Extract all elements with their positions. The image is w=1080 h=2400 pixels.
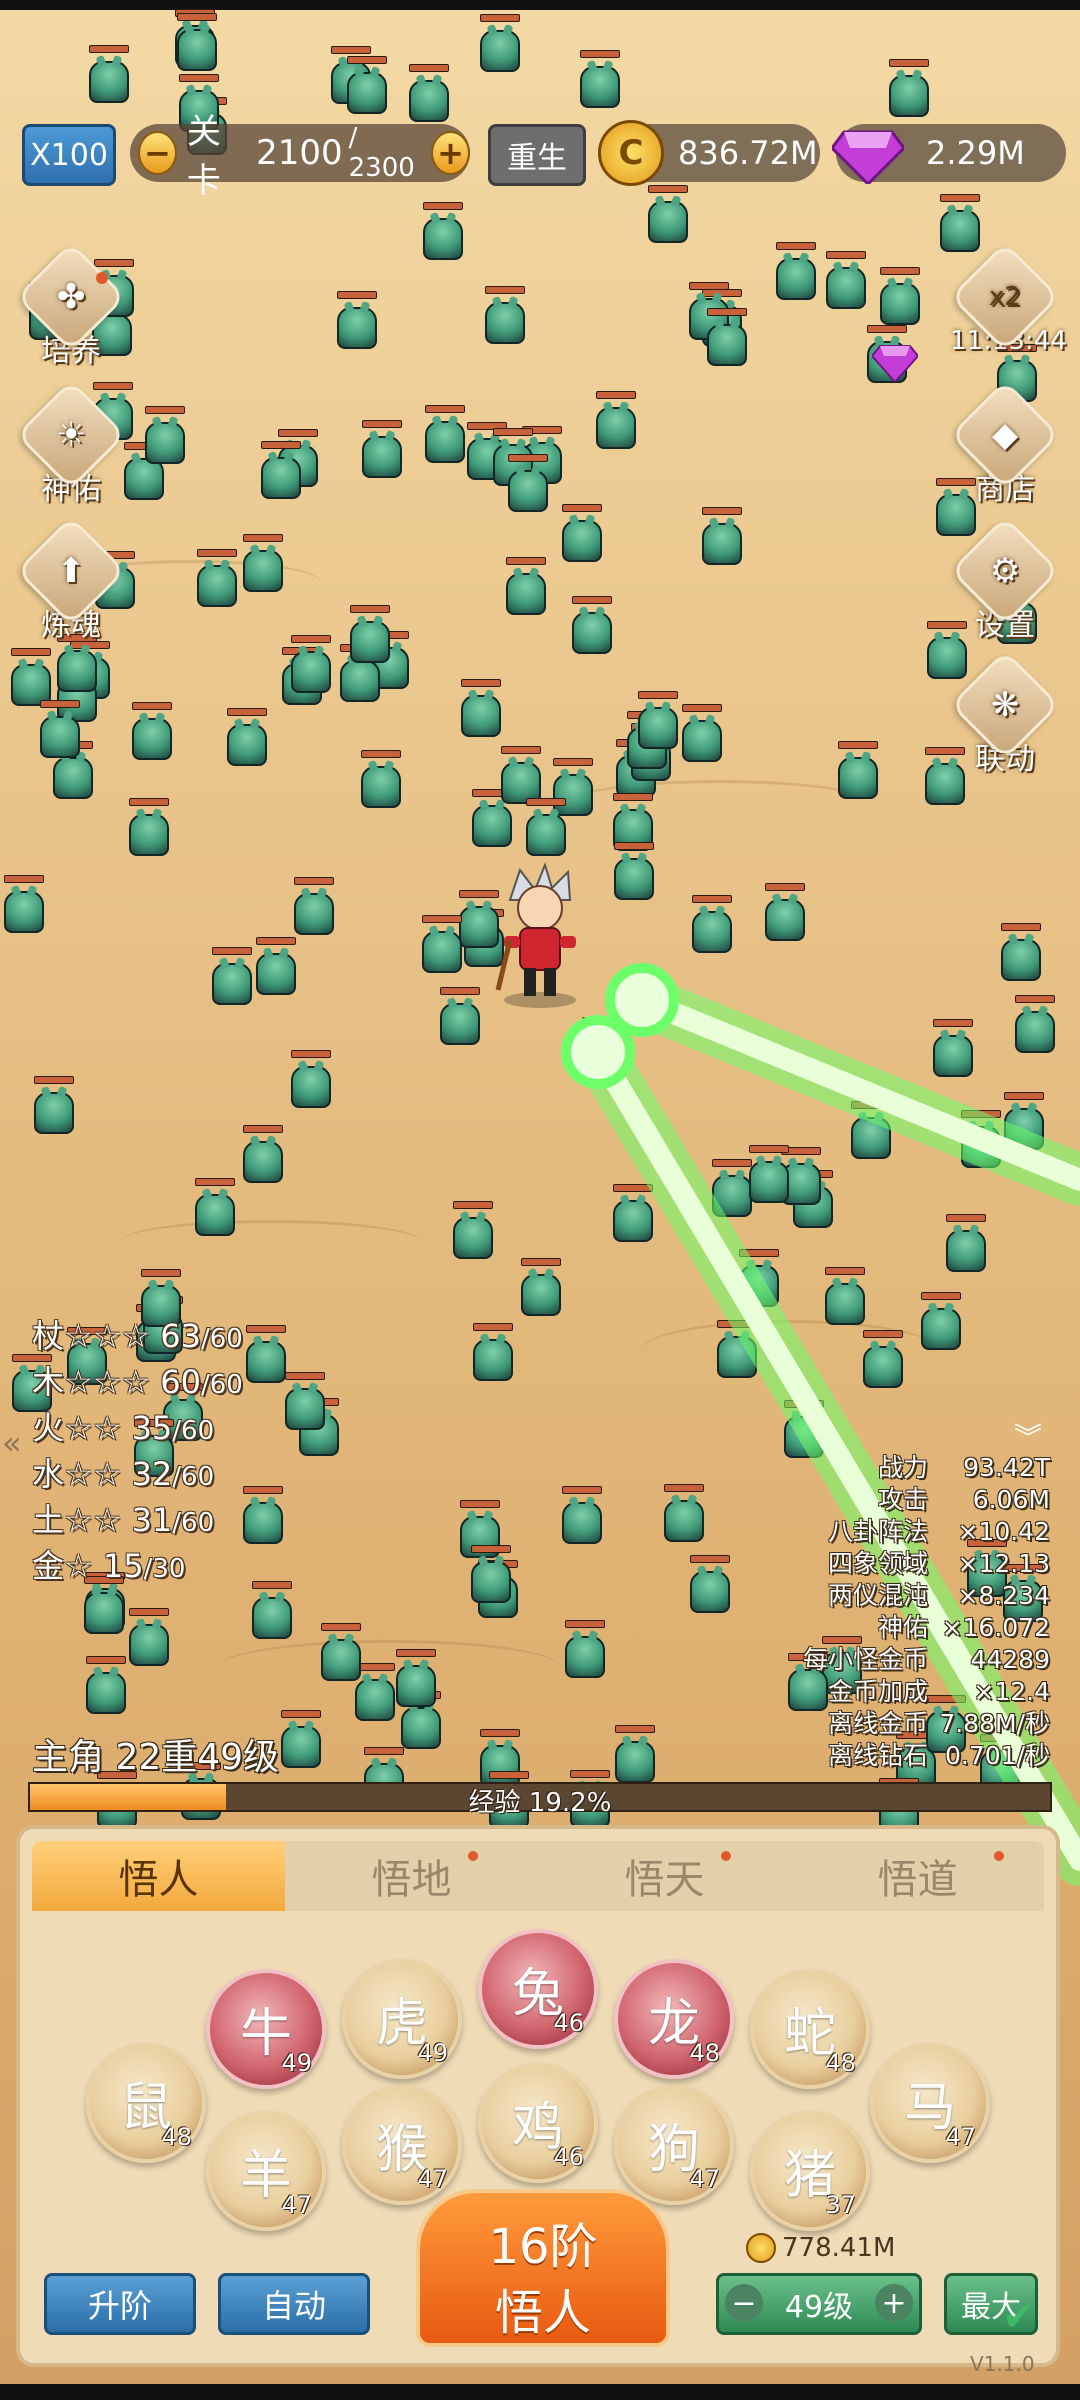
settings-button[interactable]: ⚙ 设置 [949,515,1061,644]
level-plus-button[interactable]: + [875,2284,913,2322]
gem-icon: ◆ [991,415,1019,455]
laser-beam [631,989,1080,1191]
zodiac-rooster[interactable]: 鸡 46 [478,2063,598,2183]
cultivate-button[interactable]: ✤ 培养 [15,241,127,370]
rebirth-button[interactable]: 重生 [488,124,586,186]
gem-amount: 2.29M [926,134,1025,172]
soul-refine-button[interactable]: ⬆ 炼魂 [15,515,127,644]
stat-row: 攻击 6.06M [877,1485,1050,1514]
exp-bar: 经验 19.2% [28,1782,1052,1818]
purple-gem-icon [832,130,904,184]
weapon-row: 火☆☆ 35/60 [32,1409,215,1447]
level-minus-button[interactable]: − [725,2284,763,2322]
gold-amount: 836.72M [678,134,818,172]
stage-current: 2100 [256,133,343,173]
tab-bar: 悟人 悟地 悟天 悟道 [32,1841,1044,1911]
cost-display: 778.41M [746,2233,895,2263]
zodiac-dragon[interactable]: 龙 48 [614,1959,734,2079]
blessing-button[interactable]: ☀ 神佑 [15,379,127,508]
arrow-up-icon: ⬆ [56,551,86,591]
chevron-down-icon[interactable]: ︾ [1014,1416,1042,1456]
stage-total: / 2300 [348,123,415,183]
zodiac-dog[interactable]: 狗 47 [614,2085,734,2205]
stat-row: 离线钻石 0.701/秒 [827,1741,1050,1770]
exp-label: 经验 19.2% [468,1788,612,1818]
zodiac-tiger[interactable]: 虎 49 [342,1959,462,2079]
zodiac-monkey[interactable]: 猴 47 [342,2085,462,2205]
checkmark-icon: ✔ [1002,2294,1036,2340]
tier-line-1: 16阶 [488,2219,598,2275]
double-boost-button[interactable]: x2 11:13:44 [949,241,1067,356]
gold-coin-icon: C [598,120,664,186]
gem-drop-icon[interactable] [870,338,920,384]
zodiac-pig[interactable]: 猪 37 [750,2111,870,2231]
hero-character [495,861,576,1008]
zodiac-horse[interactable]: 马 47 [870,2043,990,2163]
notification-dot [994,1851,1004,1861]
weapon-row: 杖☆☆☆ 63/60 [32,1317,243,1355]
stat-row: 八卦阵法 ×10.42 [827,1517,1050,1546]
stat-row: 每小怪金币 44289 [802,1645,1050,1674]
stat-row: 战力 93.42T [877,1453,1050,1482]
stat-row: 四象领域 ×12.13 [827,1549,1050,1578]
hero-level: 主角 22重49级 [32,1737,280,1778]
link-button[interactable]: ❋ 联动 [949,649,1061,778]
tier-badge[interactable]: 16阶 悟人 [416,2189,670,2347]
weapon-list: 杖☆☆☆ 63/60 木☆☆☆ 60/60 火☆☆ 35/60 水☆☆ 32/6… [32,1315,243,1591]
tab-dao[interactable]: 悟道 [791,1841,1044,1911]
level-stepper: − 49级 + [716,2273,922,2335]
notification-dot [468,1851,478,1861]
collapse-left-icon[interactable]: « [2,1424,22,1462]
stat-row: 离线金币 7.88M/秒 [827,1709,1050,1738]
tab-heaven[interactable]: 悟天 [538,1841,791,1911]
zodiac-ox[interactable]: 牛 49 [206,1969,326,2089]
gold-coin-icon [746,2233,776,2263]
level-value: 49级 [784,2290,854,2325]
auto-button[interactable]: 自动 [218,2273,370,2335]
gem-counter: 2.29M [832,124,1066,184]
boost-label: x2 [989,282,1021,312]
sun-icon: ☀ [55,414,87,455]
clover-icon: ✤ [56,277,86,317]
stat-row: 两仪混沌 ×8.234 [827,1581,1050,1610]
notification-dot [96,272,108,284]
laser-origin [561,1015,635,1089]
shop-button[interactable]: ◆ 商店 [949,379,1061,508]
stage-prev-button[interactable]: − [138,131,177,175]
speed-button[interactable]: X100 [22,124,116,186]
weapon-row: 金☆ 15/30 [32,1547,186,1585]
zodiac-snake[interactable]: 蛇 48 [750,1969,870,2089]
zodiac-rabbit[interactable]: 兔 46 [478,1929,598,2049]
zodiac-rat[interactable]: 鼠 48 [86,2043,206,2163]
gear-icon: ⚙ [989,550,1021,591]
tab-human[interactable]: 悟人 [32,1841,285,1911]
gold-counter: C 836.72M [598,120,820,186]
tier-line-2: 悟人 [494,2285,591,2341]
version-label: V1.1.0 [970,2352,1035,2376]
stats-panel: 战力 93.42T 攻击 6.06M 八卦阵法 ×10.42 四象领域 ×12.13 两… [803,1452,1050,1772]
tab-earth[interactable]: 悟地 [285,1841,538,1911]
nav-strip [0,2384,1080,2400]
stage-next-button[interactable]: + [431,131,470,175]
weapon-row: 土☆☆ 31/60 [32,1501,215,1539]
weapon-row: 水☆☆ 32/60 [32,1455,215,1493]
upgrade-button[interactable]: 升阶 [44,2273,196,2335]
notification-dot [721,1851,731,1861]
cost-amount: 778.41M [782,2233,896,2263]
stage-label: 关卡 [186,112,221,201]
stat-row: 神佑 ×16.072 [877,1613,1050,1642]
cultivation-panel: 悟人 悟地 悟天 悟道 鼠 48 牛 49 虎 49 兔 46 龙 48 蛇 48 马 47 … [16,1825,1060,2367]
zodiac-goat[interactable]: 羊 47 [206,2111,326,2231]
stat-row: 金币加成 ×12.4 [827,1677,1050,1706]
stage-pill: − 关卡 2100 / 2300 + [130,112,470,201]
weapon-row: 木☆☆☆ 60/60 [32,1363,243,1401]
fan-icon: ❋ [990,685,1020,725]
